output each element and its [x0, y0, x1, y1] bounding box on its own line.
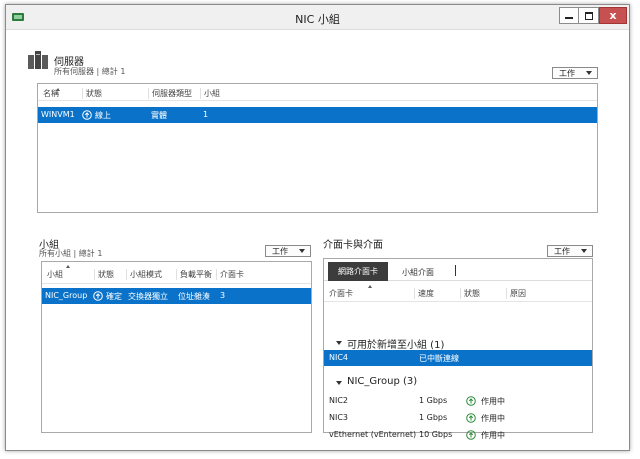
col-server-type-label: 伺服器類型 [152, 89, 192, 98]
adapter-name: vEthernet (vEnternet) [329, 430, 417, 439]
adapter-name: NIC2 [329, 396, 349, 405]
adapter-name: NIC4 [329, 353, 349, 362]
chevron-down-icon [299, 249, 305, 253]
table-row[interactable]: NIC3 1 Gbps 作用中 [324, 410, 592, 426]
active-status-icon [466, 413, 476, 423]
active-status-icon [466, 430, 476, 440]
adapter-speed: 1 Gbps [419, 396, 448, 405]
col-adapters-label: 介面卡 [220, 270, 244, 279]
col-teams[interactable]: 小組 [200, 88, 230, 99]
close-button[interactable]: x [599, 7, 627, 24]
chevron-down-icon [581, 249, 587, 253]
maximize-icon [584, 11, 593, 20]
col-team-status[interactable]: 狀態 [94, 269, 126, 280]
server-status: 線上 [95, 111, 111, 120]
team-adapter-count: 3 [220, 291, 226, 300]
servers-subtitle: 所有伺服器 | 總計 1 [54, 67, 126, 76]
minimize-button[interactable] [559, 7, 579, 24]
col-adapter-label: 介面卡 [329, 289, 353, 298]
table-row[interactable]: vEthernet (vEnternet) 10 Gbps 作用中 [324, 427, 592, 443]
teams-tasks-button[interactable]: 工作 [265, 245, 311, 257]
teams-subtitle: 所有小組 | 總計 1 [39, 249, 103, 258]
group-team-header[interactable]: NIC_Group (3) [347, 376, 417, 387]
servers-list[interactable]: 名稱 狀態 伺服器類型 小組 WINVM1 線上 實體 1 [37, 83, 598, 213]
table-row[interactable]: WINVM1 線上 實體 1 [38, 107, 597, 123]
col-team-status-label: 狀態 [98, 270, 114, 279]
online-status-icon [82, 110, 92, 120]
window-title: NIC 小組 [295, 13, 340, 26]
adapter-speed: 1 Gbps [419, 413, 448, 422]
adapter-name: NIC3 [329, 413, 349, 422]
adapter-state: 作用中 [481, 397, 505, 406]
col-speed[interactable]: 速度 [414, 288, 460, 299]
col-adapter[interactable]: 介面卡 [326, 285, 414, 299]
adapter-speed: 10 Gbps [419, 430, 453, 439]
adapters-panel: 網路介面卡 小組介面 介面卡 速度 狀態 原因 可用於新增至小組 (1) NIC… [323, 258, 593, 440]
col-load-balancing-label: 負載平衡 [180, 270, 212, 279]
tab-team-interfaces[interactable]: 小組介面 [402, 267, 434, 278]
team-name: NIC_Group [45, 291, 88, 300]
sort-ascending-icon [66, 265, 70, 268]
server-name: WINVM1 [41, 110, 75, 119]
col-speed-label: 速度 [418, 289, 434, 298]
client-area: 伺服器 所有伺服器 | 總計 1 工作 名稱 狀態 伺服器類型 小組 WINVM… [14, 31, 621, 445]
adapter-tabs: 網路介面卡 小組介面 [324, 259, 592, 281]
sort-ascending-icon [56, 88, 60, 91]
col-adapter-status[interactable]: 狀態 [460, 288, 506, 299]
server-type: 實體 [151, 111, 167, 120]
text-cursor [455, 265, 456, 276]
adapter-speed: 已中斷連線 [419, 354, 459, 363]
adapter-state: 作用中 [481, 414, 505, 423]
collapse-triangle-icon[interactable] [336, 381, 342, 385]
table-row[interactable]: NIC_Group 確定 交換器獨立 位址雜湊 3 [42, 288, 311, 304]
group-available-header[interactable]: 可用於新增至小組 (1) [347, 336, 444, 351]
close-icon: x [609, 9, 617, 22]
teams-tasks-label: 工作 [272, 246, 288, 256]
table-row[interactable]: NIC4 已中斷連線 [324, 350, 592, 366]
team-status: 確定 [106, 292, 122, 301]
teams-list[interactable]: 小組 狀態 小組模式 負載平衡 介面卡 NIC_Group 確定 交換器獨立 位… [41, 261, 312, 433]
col-teams-label: 小組 [204, 89, 220, 98]
col-team-mode[interactable]: 小組模式 [126, 269, 176, 280]
sort-ascending-icon [368, 285, 372, 288]
collapse-triangle-icon[interactable] [336, 341, 342, 345]
col-team[interactable]: 小組 [44, 265, 94, 280]
server-teams: 1 [203, 110, 209, 119]
title-bar[interactable]: NIC 小組 x [6, 5, 629, 30]
adapters-tasks-label: 工作 [554, 246, 570, 256]
col-reason[interactable]: 原因 [506, 288, 566, 299]
adapters-tasks-button[interactable]: 工作 [547, 245, 593, 257]
col-adapters[interactable]: 介面卡 [216, 269, 250, 280]
active-status-icon [466, 396, 476, 406]
maximize-button[interactable] [579, 7, 599, 24]
col-team-mode-label: 小組模式 [130, 270, 162, 279]
minimize-icon [565, 16, 573, 19]
adapters-header: 介面卡 速度 狀態 原因 [324, 284, 592, 302]
col-status-label: 狀態 [86, 89, 102, 98]
server-icon [28, 51, 48, 69]
tab-network-adapters-label: 網路介面卡 [338, 267, 378, 276]
servers-tasks-label: 工作 [559, 68, 575, 78]
tab-team-interfaces-label: 小組介面 [402, 268, 434, 277]
col-reason-label: 原因 [510, 289, 526, 298]
tab-network-adapters[interactable]: 網路介面卡 [328, 262, 388, 281]
col-team-label: 小組 [47, 270, 63, 279]
team-mode: 交換器獨立 [128, 292, 168, 301]
col-load-balancing[interactable]: 負載平衡 [176, 269, 216, 280]
servers-header: 名稱 狀態 伺服器類型 小組 [38, 84, 597, 101]
teams-header: 小組 狀態 小組模式 負載平衡 介面卡 [42, 262, 311, 284]
chevron-down-icon [586, 71, 592, 75]
servers-tasks-button[interactable]: 工作 [552, 67, 598, 79]
adapters-title: 介面卡與介面 [323, 240, 383, 251]
table-row[interactable]: NIC2 1 Gbps 作用中 [324, 393, 592, 409]
team-load-balancing: 位址雜湊 [178, 292, 210, 301]
nic-teaming-window: NIC 小組 x 伺服器 所有伺服器 | 總計 1 工作 名稱 狀態 伺服器類型… [5, 4, 630, 451]
col-status[interactable]: 狀態 [82, 88, 148, 99]
ok-status-icon [93, 291, 103, 301]
col-server-type[interactable]: 伺服器類型 [148, 88, 200, 99]
adapter-state: 作用中 [481, 431, 505, 440]
col-adapter-status-label: 狀態 [464, 289, 480, 298]
col-name[interactable]: 名稱 [40, 88, 82, 99]
